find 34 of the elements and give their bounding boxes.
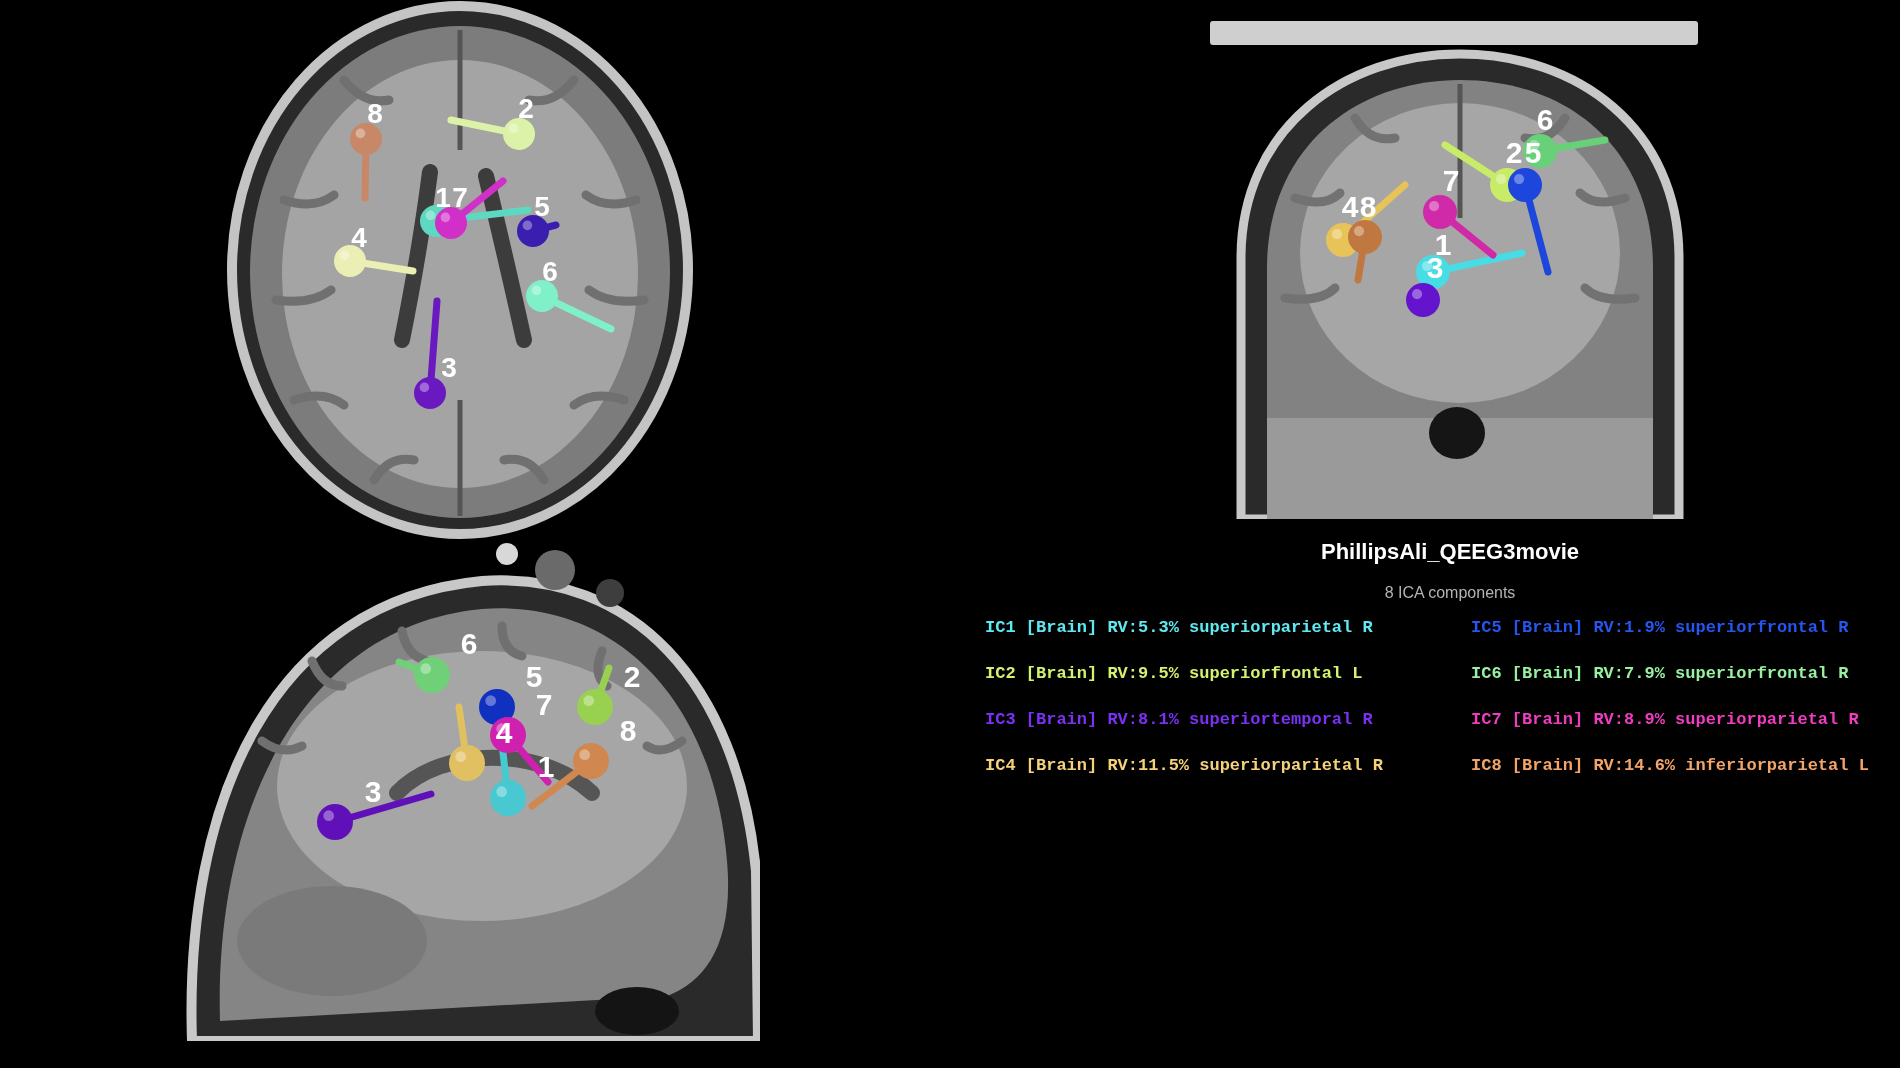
dipole-number-label: 3 [441, 352, 457, 383]
component-legend-entry: IC3 [Brain] RV:8.1% superiortemporal R [985, 709, 1374, 731]
dipole-number-label: 4 [351, 222, 367, 253]
dipole-number-label: 8 [367, 98, 383, 129]
component-legend-entry: IC1 [Brain] RV:5.3% superiorparietal R [985, 617, 1374, 639]
dipole-number-label: 5 [534, 191, 550, 222]
sinus-cavity-drawing [1429, 407, 1485, 459]
dipole-number-label: 8 [1359, 190, 1377, 223]
dipole-number-label: 4 [1341, 190, 1359, 223]
figure-subtitle: 8 ICA components [1384, 583, 1516, 603]
dipole-number-label: 4 [495, 716, 513, 749]
dipole-number-label: 5 [1524, 136, 1542, 169]
scan-artifact-blob [596, 579, 624, 607]
figure-title: PhillipsAli_QEEG3movie [1321, 538, 1579, 566]
dipole-number-label: 7 [1442, 164, 1460, 197]
dipole-number-label: 2 [1505, 136, 1523, 169]
dipole-number-label: 6 [1536, 103, 1554, 136]
component-legend-entry: IC2 [Brain] RV:9.5% superiorfrontal L [985, 663, 1364, 685]
dipole-number-label: 2 [623, 660, 641, 693]
dipole-number-label: 8 [619, 714, 637, 747]
component-legend-entry: IC4 [Brain] RV:11.5% superiorparietal R [985, 755, 1384, 777]
component-legend-entry: IC6 [Brain] RV:7.9% superiorfrontal R [1471, 663, 1850, 685]
dipole-number-label: 6 [542, 256, 558, 287]
dipole-number-label: 6 [460, 627, 478, 660]
dipole-number-label: 7 [452, 182, 468, 213]
dipole-number-label: 2 [518, 93, 534, 124]
dipole-number-label: 1 [537, 750, 555, 783]
component-legend-entry: IC7 [Brain] RV:8.9% superiorparietal R [1471, 709, 1860, 731]
component-legend-entry: IC8 [Brain] RV:14.6% inferiorparietal L [1471, 755, 1870, 777]
scan-artifact-blob [535, 550, 575, 590]
dipole-number-label: 1 [435, 182, 451, 213]
dipole-number-label: 3 [364, 775, 382, 808]
component-legend-entry: IC5 [Brain] RV:1.9% superiorfrontal R [1471, 617, 1850, 639]
scan-artifact-blob [496, 543, 518, 565]
